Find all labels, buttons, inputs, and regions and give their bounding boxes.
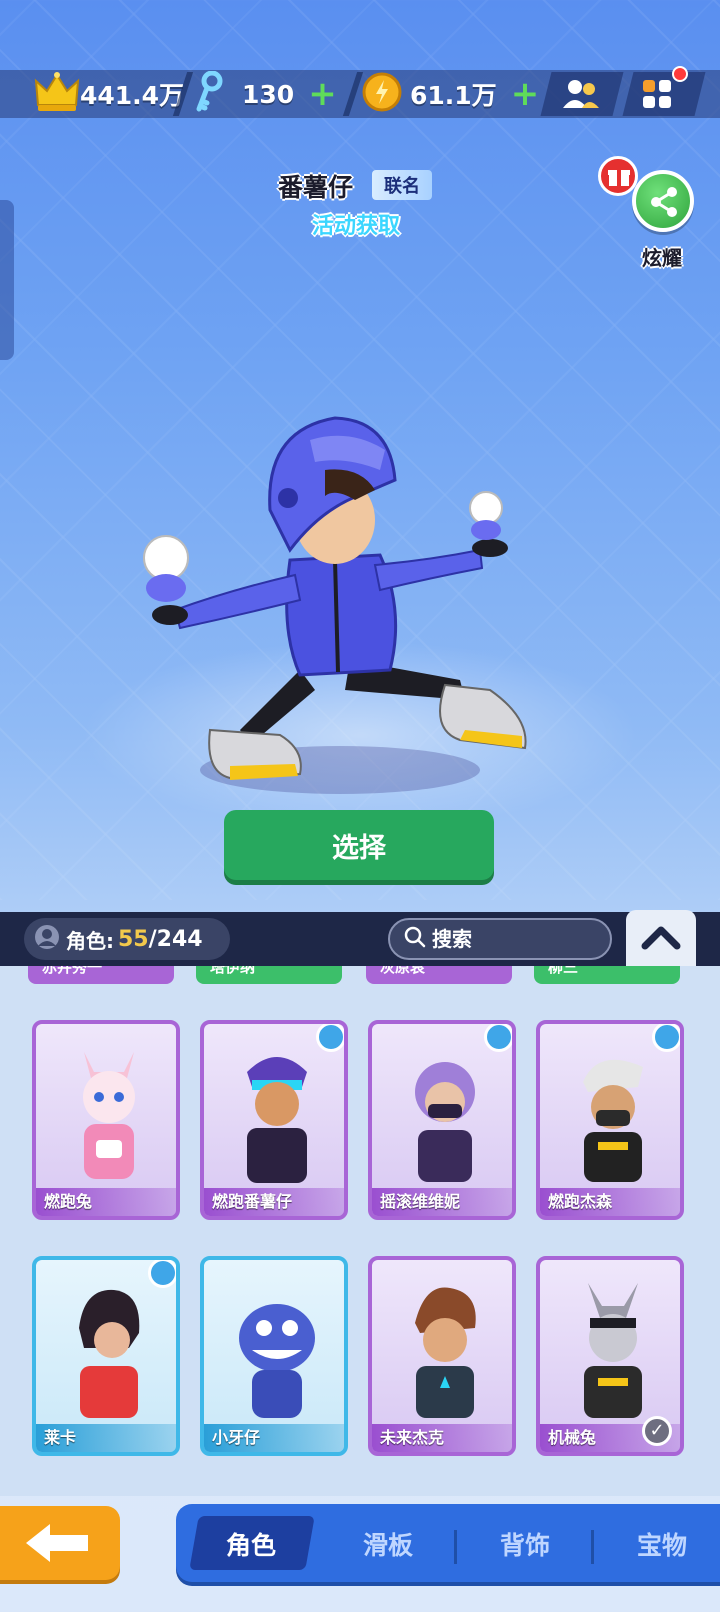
back-arrow-icon <box>22 1520 92 1570</box>
list-item[interactable]: 赤井秀一 <box>28 966 174 984</box>
character-count: 角色: 55 /244 <box>24 918 230 960</box>
character-portrait <box>583 1059 643 1182</box>
character-model[interactable] <box>130 400 550 820</box>
select-character-button[interactable]: 选择 <box>224 810 494 880</box>
coins-value: 61.1万 <box>410 81 497 110</box>
friends-icon <box>562 78 600 114</box>
character-name-label: 燃跑番薯仔 <box>204 1188 344 1216</box>
timer-icon <box>148 1260 176 1288</box>
character-card[interactable]: 燃跑杰森 <box>536 1020 684 1220</box>
character-card[interactable]: 机械兔 ✓ <box>536 1256 684 1456</box>
timer-icon <box>316 1024 344 1052</box>
character-portrait <box>415 1287 476 1418</box>
character-name-label: 小牙仔 <box>204 1424 344 1452</box>
count-label: 角色: <box>66 928 114 953</box>
character-name-label: 莱卡 <box>36 1424 176 1452</box>
character-grid: 赤井秀一 塔伊纳 灰原哀 柳三 燃跑兔 燃跑番薯仔 摇滚维维妮 燃跑杰森 莱卡 … <box>0 966 720 1496</box>
character-name-label: 摇滚维维妮 <box>372 1188 512 1216</box>
total-count: /244 <box>148 926 203 952</box>
character-card[interactable]: 未来杰克 <box>368 1256 516 1456</box>
character-card[interactable]: 燃跑番薯仔 <box>200 1020 348 1220</box>
add-keys-button[interactable]: + <box>308 77 337 111</box>
back-button[interactable] <box>0 1506 120 1580</box>
character-name: 番薯仔 <box>278 173 354 202</box>
share-button[interactable] <box>632 170 694 232</box>
check-icon: ✓ <box>642 1416 672 1446</box>
tab-characters[interactable]: 角色 <box>196 1522 306 1566</box>
coin-icon <box>362 72 402 116</box>
tab-backpacks[interactable]: 背饰 <box>470 1522 580 1566</box>
character-name-label: 燃跑兔 <box>36 1188 176 1216</box>
share-label: 炫耀 <box>642 246 682 270</box>
character-portrait <box>83 1052 135 1179</box>
coins-stat: 61.1万 + <box>362 72 539 116</box>
owned-count: 55 <box>118 926 149 952</box>
search-input[interactable] <box>432 927 582 951</box>
character-name-label: 未来杰克 <box>372 1424 512 1452</box>
character-card[interactable]: 摇滚维维妮 <box>368 1020 516 1220</box>
search-field[interactable] <box>388 918 612 960</box>
character-portrait <box>247 1057 307 1183</box>
timer-icon <box>484 1024 512 1052</box>
share-icon <box>648 186 680 222</box>
character-card[interactable]: 小牙仔 <box>200 1256 348 1456</box>
tab-divider <box>591 1530 594 1564</box>
collab-badge: 联名 <box>372 170 432 200</box>
obtain-method-link[interactable]: 活动获取 <box>312 208 400 240</box>
notification-dot <box>672 66 688 82</box>
list-item[interactable]: 塔伊纳 <box>196 966 342 984</box>
tab-boards[interactable]: 滑板 <box>333 1522 443 1566</box>
keys-stat: 130 + <box>194 70 337 117</box>
user-icon <box>34 924 60 954</box>
character-name-label: 燃跑杰森 <box>540 1188 680 1216</box>
character-portrait <box>415 1062 475 1182</box>
timer-icon <box>652 1024 680 1052</box>
gift-badge[interactable] <box>598 156 638 196</box>
add-coins-button[interactable]: + <box>511 77 540 111</box>
tab-divider <box>454 1530 457 1564</box>
crown-score-stat: 441.4万 <box>34 72 184 116</box>
gift-icon <box>607 164 631 192</box>
side-drawer-handle[interactable] <box>0 200 14 360</box>
tab-treasures[interactable]: 宝物 <box>607 1522 717 1566</box>
collapse-list-button[interactable] <box>626 910 696 970</box>
search-icon <box>404 926 426 952</box>
character-card[interactable]: 莱卡 <box>32 1256 180 1456</box>
character-portrait <box>584 1283 642 1418</box>
crown-icon <box>34 71 80 117</box>
character-portrait <box>79 1289 140 1418</box>
character-card[interactable]: 燃跑兔 <box>32 1020 180 1220</box>
list-item[interactable]: 灰原哀 <box>366 966 512 984</box>
keys-value: 130 <box>242 79 295 109</box>
crown-score-value: 441.4万 <box>80 81 185 110</box>
list-item[interactable]: 柳三 <box>534 966 680 984</box>
menu-icon <box>640 78 676 114</box>
key-icon <box>194 70 226 117</box>
chevron-up-icon <box>641 926 681 954</box>
character-portrait <box>239 1304 315 1418</box>
